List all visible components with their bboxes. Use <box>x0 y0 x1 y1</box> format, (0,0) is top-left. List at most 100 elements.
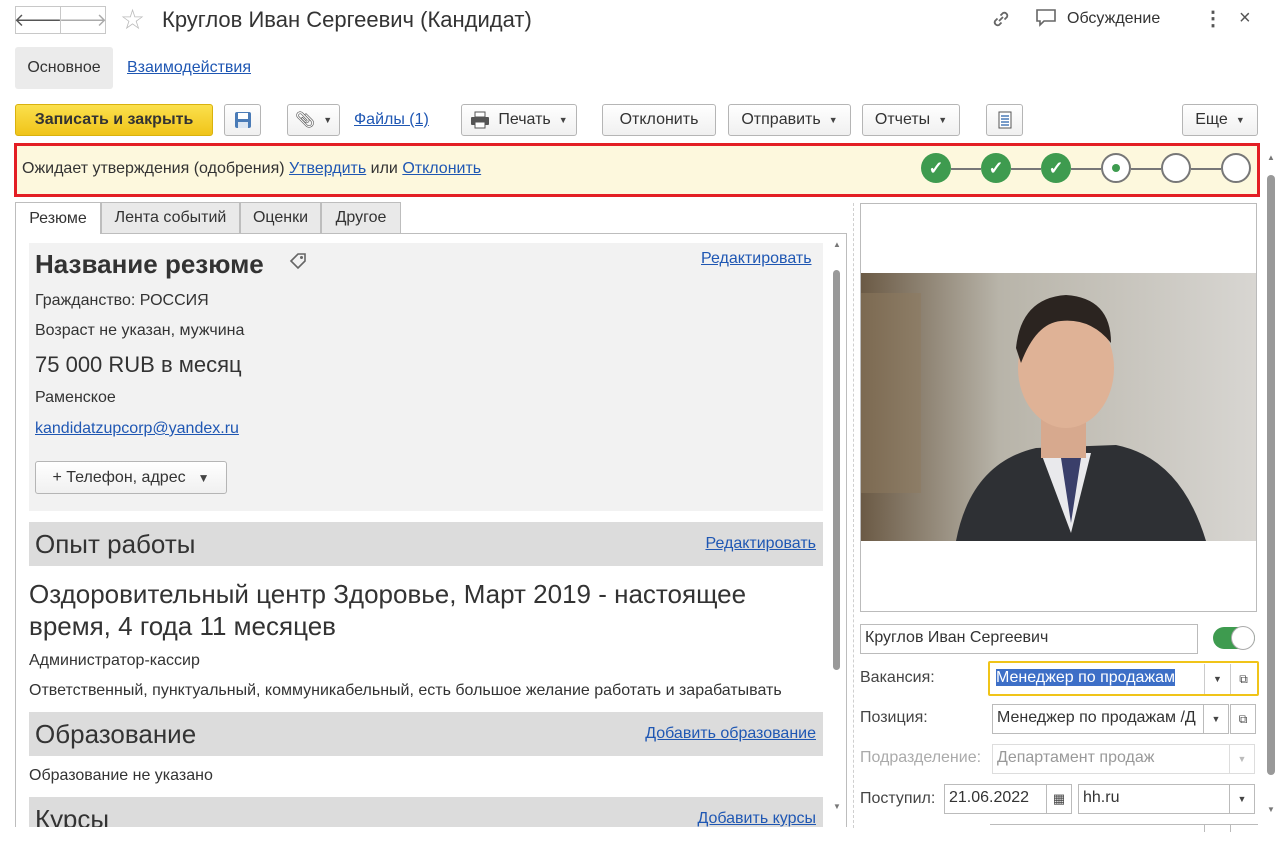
nav-tab-interactions[interactable]: Взаимодействия <box>127 59 251 77</box>
education-section-header: Образование Добавить образование <box>29 712 823 756</box>
back-button[interactable]: 🡐 <box>13 6 63 34</box>
scrollbar-thumb[interactable] <box>833 270 840 670</box>
files-link[interactable]: Файлы (1) <box>354 111 429 129</box>
education-empty-text: Образование не указано <box>29 767 213 784</box>
source-dropdown-icon[interactable]: ▼ <box>1229 784 1255 814</box>
next-field-divider <box>1230 824 1231 832</box>
send-button[interactable]: Отправить ▼ <box>728 104 851 136</box>
candidate-name-input[interactable]: Круглов Иван Сергеевич <box>860 624 1198 654</box>
candidate-photo <box>861 273 1256 541</box>
calendar-icon[interactable]: ▦ <box>1046 784 1072 814</box>
panel-bottom-mask <box>15 827 847 841</box>
experience-title: Опыт работы <box>35 529 196 559</box>
forward-button[interactable]: 🡒 <box>58 6 108 34</box>
education-title: Образование <box>35 719 197 749</box>
more-menu-icon[interactable]: ⋮ <box>1203 6 1223 31</box>
source-input[interactable]: hh.ru <box>1078 784 1230 814</box>
arrow-right-icon: 🡒 <box>58 9 108 30</box>
email-link[interactable]: kandidatzupcorp@yandex.ru <box>35 420 239 438</box>
form-scrollbar[interactable]: ▲ ▼ <box>1265 153 1277 823</box>
age-text: Возраст не указан, мужчина <box>35 322 245 339</box>
courses-title: Курсы <box>35 804 110 827</box>
add-phone-label: + Телефон, адрес <box>52 468 186 486</box>
experience-description: Ответственный, пунктуальный, коммуникабе… <box>29 682 782 699</box>
department-label: Подразделение: <box>860 749 982 766</box>
step-pending-icon <box>1221 153 1251 183</box>
vacancy-selected-text: Менеджер по продажам <box>996 669 1176 686</box>
position-open-icon[interactable]: ⧉ <box>1230 704 1256 734</box>
tab-ratings[interactable]: Оценки <box>240 202 321 233</box>
experience-position: Администратор-кассир <box>29 652 200 669</box>
document-list-icon <box>998 111 1011 129</box>
add-education-link[interactable]: Добавить образование <box>645 725 816 743</box>
nav-tab-main[interactable]: Основное <box>15 47 113 89</box>
print-label: Печать <box>498 111 551 128</box>
department-dropdown-icon: ▼ <box>1229 744 1255 774</box>
position-label: Позиция: <box>860 709 928 726</box>
step-done-checkmark-icon: ✓ <box>981 153 1011 183</box>
active-toggle[interactable] <box>1213 626 1255 650</box>
save-close-button[interactable]: Записать и закрыть <box>15 104 213 136</box>
discussion-button[interactable]: Обсуждение <box>1067 10 1160 28</box>
photo-frame[interactable] <box>860 203 1257 612</box>
reports-button[interactable]: Отчеты ▼ <box>862 104 960 136</box>
step-connector <box>951 168 981 170</box>
scroll-down-icon[interactable]: ▼ <box>1267 805 1275 814</box>
experience-company: Оздоровительный центр Здоровье, Март 201… <box>29 579 747 641</box>
experience-section-header: Опыт работы Редактировать <box>29 522 823 566</box>
position-dropdown-icon[interactable]: ▼ <box>1203 704 1229 734</box>
tab-resume[interactable]: Резюме <box>15 202 101 234</box>
star-icon[interactable]: ☆ <box>120 3 145 36</box>
reject-link[interactable]: Отклонить <box>402 160 481 177</box>
resume-edit-link[interactable]: Редактировать <box>701 250 812 268</box>
status-line: Ожидает утверждения (одобрения) Утвердит… <box>22 160 481 178</box>
link-icon[interactable] <box>990 8 1012 34</box>
vacancy-dropdown-icon[interactable]: ▼ <box>1204 664 1230 694</box>
next-field-edge <box>990 824 1258 833</box>
discussion-icon[interactable] <box>1035 8 1057 32</box>
print-button[interactable]: Печать ▼ <box>461 104 577 136</box>
resume-title: Название резюме <box>35 249 264 279</box>
vacancy-input[interactable]: Менеджер по продажам <box>992 664 1204 694</box>
scroll-up-icon[interactable]: ▲ <box>833 240 841 249</box>
tag-icon[interactable] <box>288 251 308 276</box>
resume-scrollbar[interactable]: ▲ ▼ <box>832 240 842 830</box>
citizenship-text: Гражданство: РОССИЯ <box>35 292 209 309</box>
tab-events[interactable]: Лента событий <box>101 202 240 233</box>
received-label: Поступил: <box>860 790 936 807</box>
arrow-left-icon: 🡐 <box>13 9 63 30</box>
attach-button[interactable]: 📎︎ ▼ <box>287 104 340 136</box>
step-done-checkmark-icon: ✓ <box>1041 153 1071 183</box>
floppy-icon <box>234 112 251 128</box>
list-button[interactable] <box>986 104 1023 136</box>
city-text: Раменское <box>35 389 116 406</box>
vacancy-open-icon[interactable]: ⧉ <box>1230 664 1256 694</box>
step-connector <box>1191 168 1221 170</box>
add-phone-address-button[interactable]: + Телефон, адрес ▼ <box>35 461 227 494</box>
scroll-down-icon[interactable]: ▼ <box>833 802 841 811</box>
reject-button[interactable]: Отклонить <box>602 104 716 136</box>
approve-link[interactable]: Утвердить <box>289 160 366 177</box>
panel-divider <box>853 203 854 828</box>
send-label: Отправить <box>741 111 821 128</box>
add-courses-link[interactable]: Добавить курсы <box>697 810 816 827</box>
status-text: Ожидает утверждения (одобрения) <box>22 160 285 177</box>
department-input: Департамент продаж <box>992 744 1230 774</box>
salary-text: 75 000 RUB в месяц <box>35 352 242 377</box>
experience-edit-link[interactable]: Редактировать <box>705 535 816 553</box>
scroll-up-icon[interactable]: ▲ <box>1267 153 1275 162</box>
step-connector <box>1011 168 1041 170</box>
more-label: Еще <box>1195 111 1228 128</box>
position-input[interactable]: Менеджер по продажам /Д <box>992 704 1204 734</box>
step-connector <box>1071 168 1101 170</box>
save-button[interactable] <box>224 104 261 136</box>
step-current-icon <box>1101 153 1131 183</box>
tab-other[interactable]: Другое <box>321 202 401 233</box>
scrollbar-thumb[interactable] <box>1267 175 1275 775</box>
more-button[interactable]: Еще ▼ <box>1182 104 1258 136</box>
reports-label: Отчеты <box>874 111 931 128</box>
paperclip-icon: 📎︎ <box>294 112 316 129</box>
received-date-input[interactable]: 21.06.2022 <box>944 784 1047 814</box>
close-icon[interactable]: × <box>1239 7 1251 30</box>
step-connector <box>1131 168 1161 170</box>
